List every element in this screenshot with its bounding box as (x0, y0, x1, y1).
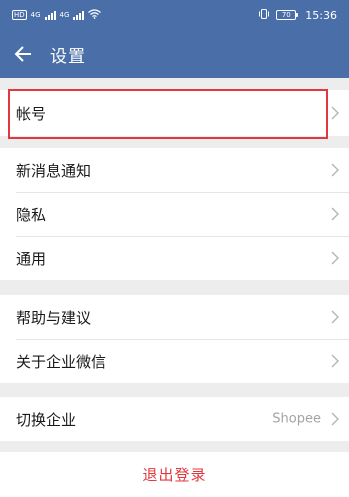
chevron-right-icon (331, 106, 339, 120)
settings-item-label: 切换企业 (16, 410, 77, 429)
settings-item-label: 帐号 (16, 104, 47, 123)
settings-item-account[interactable]: 帐号 (0, 90, 349, 136)
battery-icon: 70 (276, 10, 299, 20)
chevron-right-icon (331, 412, 339, 426)
vibrate-icon (258, 8, 270, 22)
arrow-left-icon[interactable] (2, 30, 44, 78)
switch-company-group: 切换企业 Shopee (0, 397, 349, 441)
settings-item-label: 帮助与建议 (16, 308, 92, 327)
settings-item-general[interactable]: 通用 (0, 236, 349, 280)
settings-item-switch-company[interactable]: 切换企业 Shopee (0, 397, 349, 441)
account-group: 帐号 (0, 90, 349, 136)
help-group: 帮助与建议 关于企业微信 (0, 295, 349, 383)
chevron-right-icon (331, 310, 339, 324)
battery-level: 70 (281, 11, 291, 19)
status-right: 70 15:36 (258, 8, 337, 22)
signal-icon-2 (73, 10, 85, 20)
settings-item-label: 隐私 (16, 205, 47, 224)
settings-item-help[interactable]: 帮助与建议 (0, 295, 349, 339)
signal-icon (44, 10, 56, 20)
settings-item-notifications[interactable]: 新消息通知 (0, 148, 349, 192)
logout-button[interactable]: 退出登录 (0, 452, 349, 497)
status-bar: HD 4G 4G 70 15:36 (0, 0, 349, 30)
network-type-1: 4G (30, 10, 41, 19)
settings-item-privacy[interactable]: 隐私 (0, 192, 349, 236)
wifi-icon (88, 8, 102, 22)
title-bar: 设置 (0, 30, 349, 78)
network-type-2: 4G (59, 10, 70, 19)
settings-item-label: 新消息通知 (16, 161, 92, 180)
chevron-right-icon (331, 354, 339, 368)
status-time: 15:36 (305, 8, 337, 22)
chevron-right-icon (331, 163, 339, 177)
settings-item-label: 通用 (16, 249, 47, 268)
page-title: 设置 (50, 46, 86, 67)
chevron-right-icon (331, 207, 339, 221)
settings-item-about[interactable]: 关于企业微信 (0, 339, 349, 383)
general-group: 新消息通知 隐私 通用 (0, 148, 349, 280)
chevron-right-icon (331, 251, 339, 265)
settings-item-label: 关于企业微信 (16, 352, 107, 371)
logout-group: 退出登录 (0, 452, 349, 497)
status-left: HD 4G 4G (12, 8, 102, 22)
current-company-value: Shopee (272, 411, 321, 427)
hd-badge: HD (12, 10, 27, 20)
